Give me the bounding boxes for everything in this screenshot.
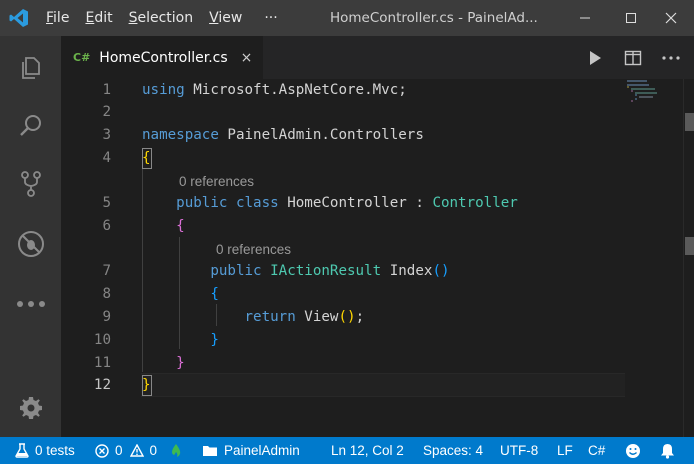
line-number: 4: [102, 150, 111, 166]
close-window-button[interactable]: [648, 0, 694, 36]
folder-status[interactable]: PainelAdmin: [202, 437, 300, 464]
problems-status[interactable]: 0 0: [95, 437, 157, 464]
matching-bracket-highlight: [142, 375, 152, 396]
code-text: using Microsoft.AspNetCore.Mvc;: [142, 82, 407, 98]
indentation-status[interactable]: Spaces: 4: [423, 437, 483, 464]
bell-icon[interactable]: [660, 437, 681, 464]
line-number: 5: [102, 195, 111, 211]
folder-icon: [203, 446, 217, 456]
scrollbar-marker: [685, 237, 694, 255]
code-text: }: [142, 355, 185, 371]
menu-bar: File Edit Selection View ···: [38, 0, 286, 36]
line-number: 8: [102, 286, 111, 302]
code-line: 8 {: [61, 283, 621, 306]
title-bar: File Edit Selection View ··· HomeControl…: [0, 0, 694, 36]
line-number: 3: [102, 127, 111, 143]
menu-view[interactable]: View: [201, 0, 250, 36]
menu-file[interactable]: File: [38, 0, 77, 36]
line-number: 2: [102, 104, 111, 120]
debug-icon[interactable]: [0, 216, 61, 272]
test-status[interactable]: 0 tests: [15, 437, 75, 464]
minimap[interactable]: [621, 79, 683, 119]
cursor-position[interactable]: Ln 12, Col 2: [331, 437, 404, 464]
tab-label: HomeController.cs: [99, 49, 228, 66]
code-line: 10 }: [61, 329, 621, 352]
code-editor[interactable]: 0 references 0 references 1 using Microso…: [61, 79, 694, 437]
code-line: 9 return View();: [61, 306, 621, 329]
vscode-logo-icon: [0, 0, 38, 36]
scrollbar-marker: [685, 113, 694, 131]
code-text: namespace PainelAdmin.Controllers: [142, 127, 424, 143]
smiley-icon[interactable]: [625, 437, 647, 464]
code-line: 6 {: [61, 215, 621, 238]
code-line: 3 namespace PainelAdmin.Controllers: [61, 124, 621, 147]
code-line: 11 }: [61, 352, 621, 375]
code-line: 1 using Microsoft.AspNetCore.Mvc;: [61, 79, 621, 102]
code-text: public IActionResult Index(): [142, 263, 450, 279]
codelens-references[interactable]: 0 references: [179, 172, 254, 192]
line-number: 7: [102, 263, 111, 279]
warning-icon: [129, 444, 144, 457]
line-number: 11: [93, 355, 111, 371]
more-actions-icon[interactable]: [652, 36, 690, 79]
code-text: {: [142, 218, 185, 234]
close-tab-icon[interactable]: ×: [241, 50, 253, 66]
encoding-status[interactable]: UTF-8: [500, 437, 538, 464]
error-icon: [95, 443, 109, 458]
source-control-icon[interactable]: [0, 156, 61, 212]
language-mode[interactable]: C#: [588, 437, 605, 464]
minimize-button[interactable]: [562, 0, 608, 36]
csharp-file-icon: C#: [73, 51, 91, 64]
tab-homecontroller[interactable]: C# HomeController.cs ×: [61, 36, 263, 79]
code-text: }: [142, 332, 219, 348]
matching-bracket-highlight: [142, 148, 152, 169]
code-line: 5 public class HomeController : Controll…: [61, 192, 621, 215]
code-line: 2: [61, 101, 621, 124]
line-number: 12: [93, 377, 111, 393]
codelens-references[interactable]: 0 references: [216, 240, 291, 260]
split-editor-icon[interactable]: [614, 36, 652, 79]
flame-icon[interactable]: [170, 437, 188, 464]
line-number: 9: [102, 309, 111, 325]
line-number: 1: [102, 82, 111, 98]
explorer-icon[interactable]: [0, 40, 61, 96]
run-icon[interactable]: [576, 36, 614, 79]
status-bar: 0 tests 0 0 PainelAdmin Ln 12, Col 2 Spa…: [0, 437, 694, 464]
menu-edit[interactable]: Edit: [77, 0, 120, 36]
code-line: 7 public IActionResult Index(): [61, 260, 621, 283]
menu-more[interactable]: ···: [256, 0, 285, 36]
gear-icon[interactable]: [0, 380, 61, 436]
vertical-scrollbar[interactable]: [683, 79, 694, 437]
line-number: 6: [102, 218, 111, 234]
code-text: public class HomeController : Controller: [142, 195, 518, 211]
code-text: return View();: [142, 309, 365, 325]
activity-bar: [0, 36, 61, 437]
more-icon[interactable]: [0, 276, 61, 332]
line-number: 10: [93, 332, 111, 348]
editor-tabs-bar: C# HomeController.cs ×: [61, 36, 694, 79]
search-icon[interactable]: [0, 98, 61, 154]
code-text: {: [142, 286, 219, 302]
eol-status[interactable]: LF: [557, 437, 573, 464]
window-title: HomeController.cs - PainelAd...: [330, 10, 538, 26]
beaker-icon: [15, 443, 29, 458]
menu-selection[interactable]: Selection: [121, 0, 202, 36]
